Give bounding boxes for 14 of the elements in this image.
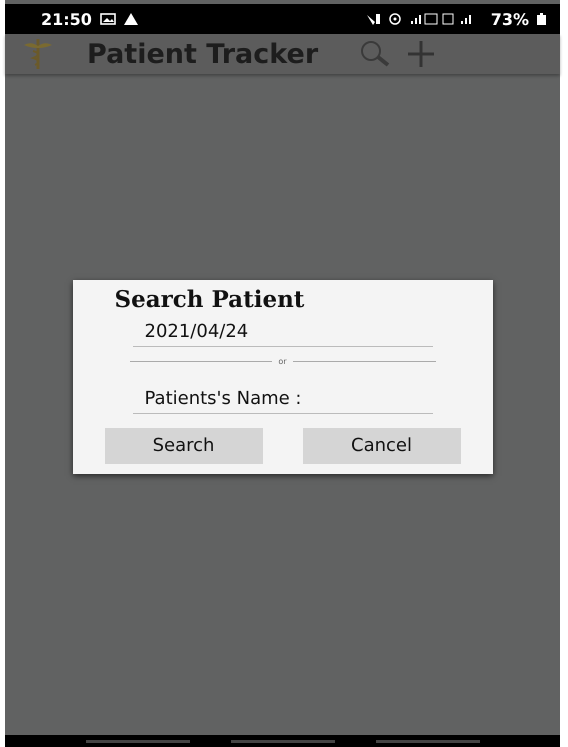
image-icon	[100, 13, 116, 25]
add-icon[interactable]	[406, 39, 436, 69]
name-field[interactable]: Patients's Name :	[132, 380, 432, 414]
caduceus-icon	[23, 37, 53, 71]
date-field[interactable]: 2021/04/24	[132, 312, 432, 346]
cancel-button[interactable]: Cancel	[302, 428, 460, 464]
search-button[interactable]: Search	[104, 428, 262, 464]
warning-icon	[124, 13, 138, 25]
battery-icon	[537, 13, 546, 25]
battery-level: 73%	[490, 10, 529, 28]
app-title: Patient Tracker	[87, 38, 318, 70]
dialog-title: Search Patient	[114, 286, 304, 312]
divider-label: or	[278, 356, 287, 366]
status-time: 21:50	[41, 10, 92, 28]
